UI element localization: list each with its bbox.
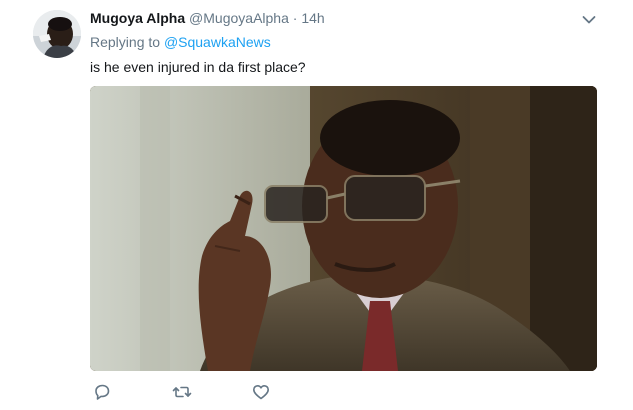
- separator-dot: ·: [292, 10, 298, 26]
- heart-icon[interactable]: [251, 382, 271, 402]
- replying-prefix: Replying to: [90, 34, 161, 50]
- avatar-image: [33, 10, 81, 58]
- display-name[interactable]: Mugoya Alpha: [90, 10, 185, 26]
- tweet-header: Mugoya Alpha @MugoyaAlpha · 14h: [90, 9, 325, 27]
- timestamp[interactable]: 14h: [301, 10, 324, 26]
- tweet-text: is he even injured in da first place?: [90, 59, 306, 75]
- tweet-media-image[interactable]: [90, 86, 597, 371]
- avatar[interactable]: [33, 10, 81, 58]
- retweet-icon[interactable]: [172, 382, 192, 402]
- meme-photo: [90, 86, 597, 371]
- replying-to-link[interactable]: @SquawkaNews: [164, 34, 271, 50]
- chevron-down-icon[interactable]: [582, 12, 596, 24]
- tweet: Mugoya Alpha @MugoyaAlpha · 14h Replying…: [0, 0, 633, 410]
- user-handle[interactable]: @MugoyaAlpha: [189, 10, 289, 26]
- replying-to: Replying to @SquawkaNews: [90, 33, 271, 51]
- reply-icon[interactable]: [92, 382, 112, 402]
